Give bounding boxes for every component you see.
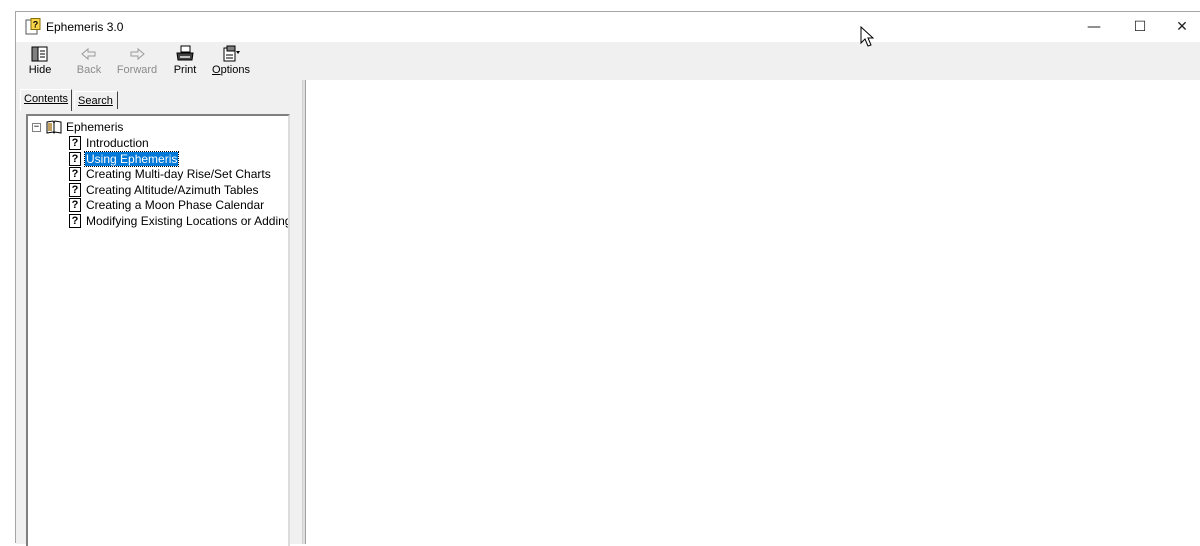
printer-icon bbox=[176, 45, 194, 61]
tree-item-using-ephemeris[interactable]: ? Using Ephemeris bbox=[69, 151, 180, 167]
tree-item-rise-set-charts[interactable]: ? Creating Multi-day Rise/Set Charts bbox=[69, 166, 272, 182]
print-label: Print bbox=[173, 64, 197, 76]
options-button[interactable]: Options bbox=[211, 44, 251, 80]
help-topic-icon: ? bbox=[69, 198, 81, 212]
minimize-button[interactable]: — bbox=[1071, 12, 1117, 42]
tree-root-label: Ephemeris bbox=[66, 120, 124, 134]
help-file-icon: ? bbox=[25, 18, 41, 35]
tree-item-modifying-locations[interactable]: ? Modifying Existing Locations or Adding bbox=[69, 213, 290, 229]
navigation-pane: Contents Search − Ephemeris ? Introducti… bbox=[16, 80, 303, 546]
tree-item-label: Creating Multi-day Rise/Set Charts bbox=[86, 167, 271, 181]
mouse-pointer-icon bbox=[860, 26, 874, 47]
help-window: ? Ephemeris 3.0 — ☐ ✕ Hide Back Forward … bbox=[15, 11, 1200, 546]
tab-search-label: Search bbox=[78, 95, 113, 107]
hide-button[interactable]: Hide bbox=[24, 44, 56, 80]
options-label-rest: ptions bbox=[220, 64, 250, 76]
tree-root[interactable]: − Ephemeris bbox=[32, 119, 124, 135]
options-icon bbox=[223, 45, 240, 62]
print-button[interactable]: Print bbox=[170, 44, 200, 80]
tab-contents-label: Contents bbox=[24, 93, 69, 105]
hide-pane-icon bbox=[31, 46, 48, 62]
help-topic-icon: ? bbox=[69, 152, 81, 166]
options-label: Options bbox=[211, 64, 251, 76]
back-arrow-icon bbox=[81, 47, 96, 61]
svg-text:?: ? bbox=[33, 20, 39, 30]
desktop: ? Ephemeris 3.0 — ☐ ✕ Hide Back Forward … bbox=[0, 0, 1200, 546]
help-topic-icon: ? bbox=[69, 183, 81, 197]
tab-search[interactable]: Search bbox=[74, 91, 118, 109]
open-book-icon bbox=[46, 120, 62, 134]
window-title: Ephemeris 3.0 bbox=[46, 20, 124, 34]
back-label: Back bbox=[76, 64, 102, 76]
tab-contents[interactable]: Contents bbox=[20, 89, 72, 111]
tree-item-label: Modifying Existing Locations or Adding bbox=[86, 214, 290, 228]
forward-arrow-icon bbox=[130, 47, 145, 61]
forward-label: Forward bbox=[116, 64, 158, 76]
back-button[interactable]: Back bbox=[72, 44, 106, 80]
help-topic-icon: ? bbox=[69, 136, 81, 150]
topic-content-pane[interactable] bbox=[305, 80, 1200, 544]
collapse-toggle[interactable]: − bbox=[32, 122, 41, 132]
help-topic-icon: ? bbox=[69, 214, 81, 228]
tree-item-label: Creating a Moon Phase Calendar bbox=[86, 198, 265, 212]
forward-button[interactable]: Forward bbox=[114, 44, 160, 80]
contents-tree[interactable]: − Ephemeris ? Introduction ? Using Ephem… bbox=[26, 114, 290, 546]
options-mnemonic: O bbox=[212, 64, 221, 76]
title-bar[interactable]: ? Ephemeris 3.0 — ☐ ✕ bbox=[16, 12, 1200, 42]
toolbar: Hide Back Forward Print Options bbox=[16, 42, 1200, 80]
maximize-button[interactable]: ☐ bbox=[1117, 12, 1163, 42]
tree-item-introduction[interactable]: ? Introduction bbox=[69, 135, 150, 151]
hide-label: Hide bbox=[28, 64, 52, 76]
tree-item-label: Introduction bbox=[86, 136, 149, 150]
help-topic-icon: ? bbox=[69, 167, 81, 181]
tree-item-label: Using Ephemeris bbox=[83, 151, 180, 167]
tree-item-moon-phase-calendar[interactable]: ? Creating a Moon Phase Calendar bbox=[69, 197, 265, 213]
tree-item-label: Creating Altitude/Azimuth Tables bbox=[86, 183, 259, 197]
tree-item-altitude-azimuth-tables[interactable]: ? Creating Altitude/Azimuth Tables bbox=[69, 182, 260, 198]
close-button[interactable]: ✕ bbox=[1159, 12, 1200, 42]
